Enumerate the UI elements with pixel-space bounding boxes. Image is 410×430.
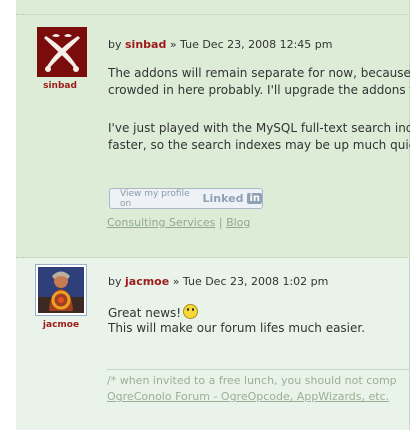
linkedin-logo-text: Linked bbox=[202, 192, 244, 205]
signature-links: Consulting Services | Blog bbox=[107, 216, 250, 229]
post-body-line: The addons will remain separate for now,… bbox=[108, 66, 410, 80]
divider bbox=[16, 14, 410, 15]
post-body-line: crowded in here probably. I'll upgrade t… bbox=[108, 83, 410, 97]
avatar-jacmoe[interactable] bbox=[35, 264, 87, 316]
avatar-sinbad[interactable] bbox=[37, 27, 87, 77]
link-separator: | bbox=[218, 216, 223, 229]
post-body-line: faster, so the search indexes may be up … bbox=[108, 138, 410, 152]
post-author-link[interactable]: jacmoe bbox=[125, 275, 169, 288]
post-divider bbox=[16, 257, 410, 258]
post-date: » Tue Dec 23, 2008 1:02 pm bbox=[169, 275, 329, 288]
username[interactable]: sinbad bbox=[30, 81, 90, 91]
signature-text: /* when invited to a free lunch, you sho… bbox=[107, 374, 397, 387]
signature-link[interactable]: OgreConolo Forum - OgreOpcode, AppWizard… bbox=[107, 390, 389, 403]
post-meta: by jacmoe » Tue Dec 23, 2008 1:02 pm bbox=[108, 275, 328, 288]
post-author-link[interactable]: sinbad bbox=[125, 38, 166, 51]
post-body-line: I've just played with the MySQL full-tex… bbox=[108, 121, 410, 135]
warrior-avatar-icon bbox=[38, 267, 84, 313]
smile-emoticon-icon bbox=[183, 304, 199, 319]
post-meta: by sinbad » Tue Dec 23, 2008 12:45 pm bbox=[108, 38, 333, 51]
post-date: » Tue Dec 23, 2008 12:45 pm bbox=[166, 38, 333, 51]
consulting-services-link[interactable]: Consulting Services bbox=[107, 216, 215, 229]
linkedin-in-icon: in bbox=[247, 193, 262, 204]
linkedin-badge-text: View my profile on bbox=[120, 188, 190, 209]
username[interactable]: jacmoe bbox=[31, 320, 91, 330]
post-body-line: This will make our forum lifes much easi… bbox=[108, 321, 366, 335]
post-body-text: Great news! bbox=[108, 306, 182, 320]
meta-prefix: by bbox=[108, 275, 125, 288]
signature-divider bbox=[107, 369, 410, 370]
blog-link[interactable]: Blog bbox=[226, 216, 250, 229]
linkedin-profile-badge[interactable]: View my profile on Linked in bbox=[109, 188, 263, 209]
post-body-line: Great news! bbox=[108, 302, 199, 322]
crossed-swords-icon bbox=[38, 28, 86, 76]
meta-prefix: by bbox=[108, 38, 125, 51]
